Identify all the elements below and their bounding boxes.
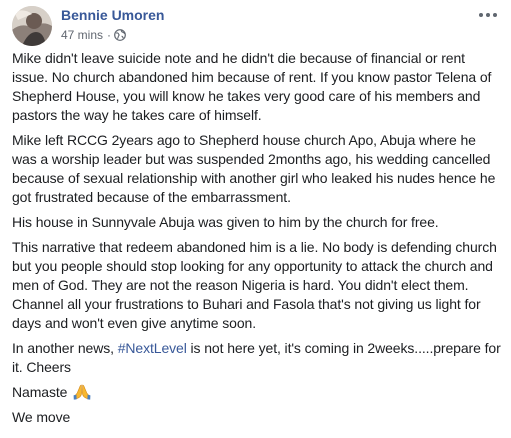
post-paragraph-4: This narrative that redeem abandoned him…: [12, 239, 497, 331]
post-paragraph-3: His house in Sunnyvale Abuja was given t…: [12, 214, 439, 230]
more-dot: [493, 13, 497, 17]
namaste-text: Namaste: [12, 384, 68, 400]
post-timestamp[interactable]: 47 mins: [61, 28, 103, 42]
post-paragraph-1: Mike didn't leave suicide note and he di…: [12, 50, 492, 123]
facebook-post: Bennie Umoren 47 mins · Mike didn't leav…: [0, 0, 511, 438]
post-content: Mike didn't leave suicide note and he di…: [12, 49, 502, 433]
more-dot: [479, 13, 483, 17]
post-paragraph-5: In another news, #NextLevel is not here …: [12, 339, 502, 377]
praying-hands-icon: [73, 384, 91, 400]
hashtag-link[interactable]: #NextLevel: [118, 340, 187, 356]
author-name[interactable]: Bennie Umoren: [61, 7, 164, 23]
globe-icon[interactable]: [114, 29, 126, 41]
meta-separator: ·: [107, 28, 112, 42]
post-paragraph-7: We move: [12, 409, 71, 425]
post-paragraph-6: Namaste: [12, 383, 502, 402]
avatar[interactable]: [12, 6, 52, 46]
more-dot: [486, 13, 490, 17]
profile-photo-icon: [12, 6, 52, 46]
post-header: Bennie Umoren 47 mins ·: [12, 6, 499, 46]
more-options-icon[interactable]: [477, 8, 499, 22]
post-meta: 47 mins ·: [61, 28, 126, 42]
news-prefix: In another news,: [12, 340, 118, 356]
post-paragraph-2: Mike left RCCG 2years ago to Shepherd ho…: [12, 132, 496, 205]
